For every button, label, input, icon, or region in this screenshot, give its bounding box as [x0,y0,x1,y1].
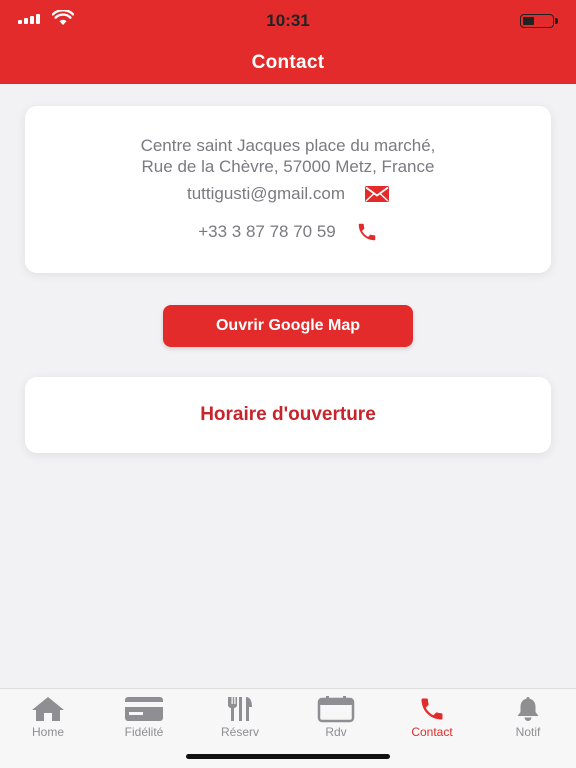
phone-icon [421,698,443,720]
tab-fidelite[interactable]: Fidélité [96,695,192,739]
address-line-2: Rue de la Chèvre, 57000 Metz, France [141,157,435,176]
status-bar: 10:31 [0,0,576,40]
tab-label-contact: Contact [411,725,453,739]
phone-text: +33 3 87 78 70 59 [198,222,336,241]
calendar-icon [317,696,355,723]
tab-home[interactable]: Home [0,695,96,739]
opening-hours-title: Horaire d'ouverture [200,404,376,425]
contact-card: Centre saint Jacques place du marché, Ru… [25,106,551,273]
tab-notif[interactable]: Notif [480,695,576,739]
opening-hours-card[interactable]: Horaire d'ouverture [25,377,551,453]
email-text: tuttigusti@gmail.com [186,184,346,203]
home-icon [32,697,64,721]
tab-label-reserv: Réserv [220,725,259,739]
bell-icon [517,697,539,721]
address[interactable]: Centre saint Jacques place du marché, Ru… [25,135,551,177]
tab-label-rdv: Rdv [325,725,347,739]
battery-icon [520,14,558,28]
address-line-1: Centre saint Jacques place du marché, [140,136,436,155]
cutlery-icon [228,697,252,721]
card-icon [125,697,163,721]
status-time: 10:31 [266,11,310,30]
tab-contact[interactable]: Contact [384,695,480,739]
phone-icon [358,223,376,241]
tab-label-notif: Notif [515,725,541,739]
tab-rdv[interactable]: Rdv [288,695,384,739]
open-google-map-button[interactable]: Ouvrir Google Map [163,305,413,347]
tab-label-home: Home [31,725,64,739]
phone-row[interactable]: +33 3 87 78 70 59 [25,221,551,243]
home-indicator[interactable] [186,754,390,759]
page-title: Contact [251,52,325,73]
app-header: 10:31 Contact [0,0,576,84]
tab-reserv[interactable]: Réserv [192,695,288,739]
mail-icon [365,186,390,202]
email-row[interactable]: tuttigusti@gmail.com [25,184,551,204]
tab-label-fidelite: Fidélité [124,725,164,739]
